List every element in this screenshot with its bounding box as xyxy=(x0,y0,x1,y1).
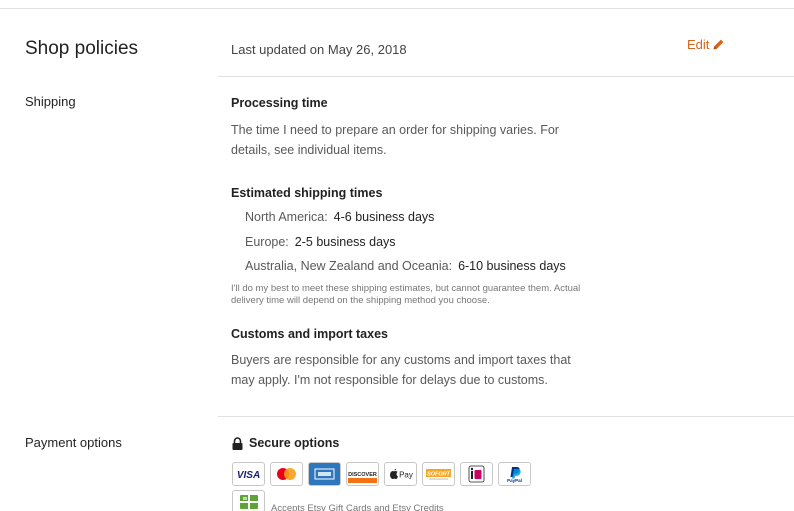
apple-pay-icon: Pay xyxy=(384,462,417,486)
processing-time-text: The time I need to prepare an order for … xyxy=(231,123,559,157)
visa-icon: VISA xyxy=(232,462,265,486)
svg-text:SOFORT: SOFORT xyxy=(427,472,450,478)
edit-button[interactable]: Edit xyxy=(687,37,725,52)
lock-icon xyxy=(232,436,243,450)
gift-card-row: Accepts Etsy Gift Cards and Etsy Credits xyxy=(232,490,444,511)
edit-label: Edit xyxy=(687,37,710,52)
svg-text:DISCOVER: DISCOVER xyxy=(348,472,377,478)
shipping-section-label: Shipping xyxy=(25,94,76,109)
processing-time-heading: Processing time xyxy=(231,96,328,110)
shipping-region: Europe: xyxy=(245,235,289,249)
mastercard-icon xyxy=(270,462,303,486)
shipping-estimate-row: Australia, New Zealand and Oceania: 6-10 … xyxy=(245,259,566,273)
shipping-time: 2-5 business days xyxy=(294,235,396,249)
shipping-region: Australia, New Zealand and Oceania: xyxy=(245,259,453,273)
gift-card-icon xyxy=(232,490,265,511)
pencil-icon xyxy=(714,39,724,50)
shipping-time: 6-10 business days xyxy=(458,259,566,273)
svg-text:PayPal: PayPal xyxy=(507,478,522,483)
last-updated-text: Last updated on May 26, 2018 xyxy=(231,42,407,57)
secure-options-label: Secure options xyxy=(249,436,340,450)
payment-section-label: Payment options xyxy=(25,435,122,450)
sofort-icon: SOFORT xyxy=(422,462,455,486)
customs-text: Buyers are responsible for any customs a… xyxy=(231,353,571,387)
shipping-estimate-row: North America: 4-6 business days xyxy=(245,210,434,224)
secure-options-heading: Secure options xyxy=(232,436,339,450)
paypal-icon: PayPal xyxy=(498,462,531,486)
discover-icon: DISCOVER xyxy=(346,462,379,486)
payment-methods: VISA DISCOVER Pay SOFORT PayPal xyxy=(232,462,531,486)
shipping-time: 4-6 business days xyxy=(333,210,435,224)
svg-text:VISA: VISA xyxy=(237,470,260,481)
page-title: Shop policies xyxy=(25,38,139,59)
ideal-icon xyxy=(460,462,493,486)
shipping-divider xyxy=(218,416,794,417)
svg-text:Pay: Pay xyxy=(399,471,413,480)
top-divider xyxy=(0,8,794,9)
shipping-disclaimer: I'll do my best to meet these shipping e… xyxy=(231,283,581,306)
header-divider xyxy=(218,76,794,77)
shipping-region: North America: xyxy=(245,210,328,224)
estimated-shipping-heading: Estimated shipping times xyxy=(231,186,383,200)
amex-icon xyxy=(308,462,341,486)
shipping-estimate-row: Europe: 2-5 business days xyxy=(245,235,396,249)
gift-card-text: Accepts Etsy Gift Cards and Etsy Credits xyxy=(271,503,444,511)
customs-heading: Customs and import taxes xyxy=(231,327,388,341)
